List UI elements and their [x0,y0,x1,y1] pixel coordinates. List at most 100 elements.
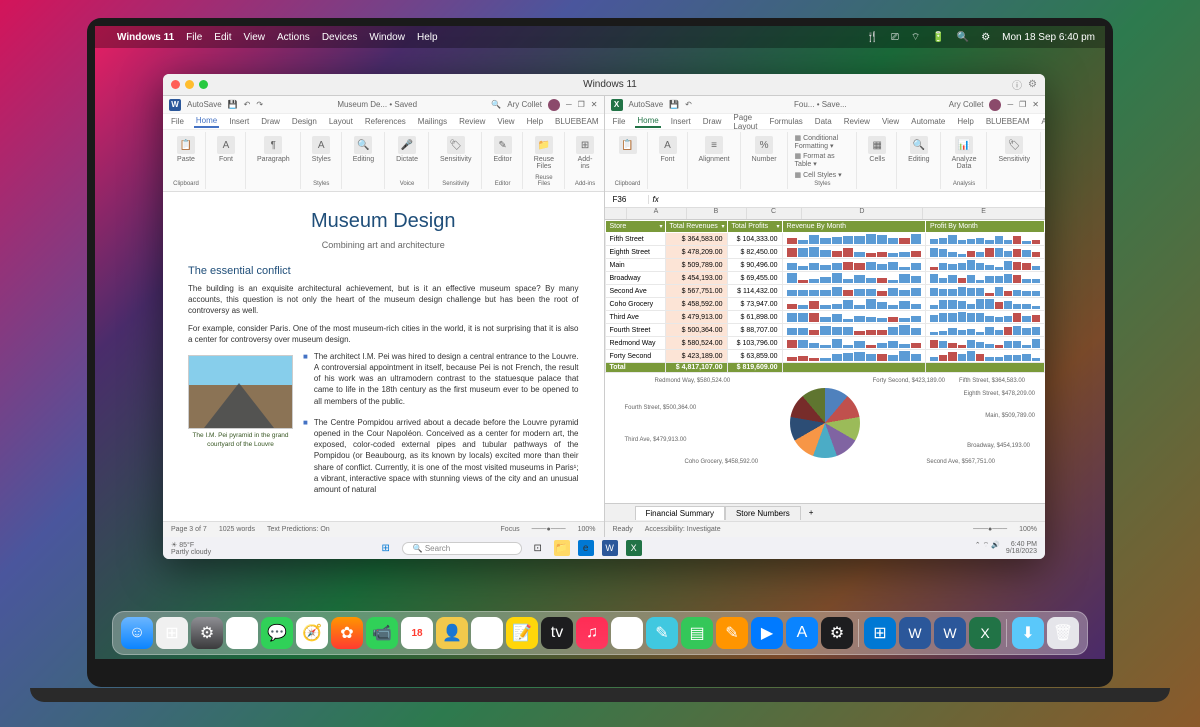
sensitivity-button[interactable]: 🏷Sensitivity [436,134,476,165]
music-icon[interactable]: ♫ [576,617,608,649]
sheet-tab-summary[interactable]: Financial Summary [635,506,725,520]
status-accessibility[interactable]: Accessibility: Investigate [645,526,721,533]
tab-formulas[interactable]: Formulas [767,116,804,127]
save-icon[interactable]: 💾 [669,100,679,109]
battery-icon[interactable]: 🔋 [932,32,944,43]
tab-help[interactable]: Help [525,116,545,127]
safari-icon[interactable]: 🧭 [296,617,328,649]
col-profits[interactable]: Total Profits▾ [727,221,782,233]
explorer-icon[interactable]: 📁 [554,540,570,556]
wifi-icon[interactable]: ⌔ [911,31,920,44]
table-row[interactable]: Eighth Street$ 478,209.00$ 82,450.00 [605,246,1045,259]
utensils-icon[interactable]: 🍴 [866,32,878,43]
table-row[interactable]: Broadway$ 454,193.00$ 69,455.00 [605,272,1045,285]
zoom-level[interactable]: 100% [578,526,596,533]
font-button[interactable]: AFont [655,134,681,165]
focus-button[interactable]: Focus [501,526,520,533]
excel-dock-icon[interactable]: X [969,617,1001,649]
autosave-toggle[interactable]: AutoSave [187,100,222,109]
photos-icon[interactable]: ✿ [331,617,363,649]
table-row[interactable]: Redmond Way$ 580,524.00$ 103,796.00 [605,337,1045,350]
word-taskbar-icon[interactable]: W [602,540,618,556]
addins-button[interactable]: ⊞Add-ins [572,134,598,172]
reminders-icon[interactable]: ☑ [471,617,503,649]
parallels-icon[interactable]: ⊞ [864,617,896,649]
minimize-icon[interactable] [185,80,194,89]
tab-review[interactable]: Review [842,116,872,127]
tab-layout[interactable]: Layout [327,116,355,127]
control-center-icon[interactable]: ⚙ [981,32,990,43]
cond-format-button[interactable]: ▦ Conditional Formatting ▾ [795,134,851,150]
menu-devices[interactable]: Devices [322,32,358,43]
system-settings-icon[interactable]: ⚙ [821,617,853,649]
appstore-icon[interactable]: A [786,617,818,649]
tab-pagelayout[interactable]: Page Layout [731,112,759,132]
cells-button[interactable]: ▦Cells [864,134,890,165]
autosave-toggle[interactable]: AutoSave [629,100,664,109]
excel-taskbar-icon[interactable]: X [626,540,642,556]
tab-data[interactable]: Data [813,116,834,127]
data-table[interactable]: Store▾ Total Revenues▾ Total Profits▾ Re… [605,220,1046,373]
tab-review[interactable]: Review [457,116,487,127]
maximize-icon[interactable] [199,80,208,89]
tab-design[interactable]: Design [290,116,319,127]
analyze-button[interactable]: 📊Analyze Data [948,134,981,172]
tab-draw[interactable]: Draw [259,116,282,127]
col-revenues[interactable]: Total Revenues▾ [665,221,727,233]
restore-icon[interactable]: ❐ [578,100,585,109]
close-icon[interactable] [171,80,180,89]
cell-styles-button[interactable]: ▦ Cell Styles ▾ [795,171,851,179]
editor-button[interactable]: ✎Editor [489,134,515,165]
pages-icon[interactable]: ✎ [716,617,748,649]
tab-view[interactable]: View [495,116,516,127]
tab-insert[interactable]: Insert [669,116,693,127]
tab-file[interactable]: File [169,116,186,127]
undo-icon[interactable]: ↶ [685,100,692,109]
zoom-slider[interactable]: ───●─── [532,526,566,533]
word-user[interactable]: Ary Collet [507,100,542,109]
search-input[interactable]: 🔍 Search [402,542,522,555]
menu-window[interactable]: Window [369,32,405,43]
paste-button[interactable]: 📋 [615,134,641,156]
gear-icon[interactable]: ⚙ [1028,79,1037,90]
col-store[interactable]: Store▾ [605,221,665,233]
close-icon[interactable]: ✕ [1032,100,1039,109]
status-words[interactable]: 1025 words [219,526,255,533]
tab-automate[interactable]: Automate [909,116,947,127]
zoom-level[interactable]: 100% [1019,526,1037,533]
pie-chart[interactable] [790,388,860,458]
calendar-icon[interactable]: 18 [401,617,433,649]
tab-insert[interactable]: Insert [227,116,251,127]
avatar[interactable] [548,99,560,111]
tab-bluebeam[interactable]: BLUEBEAM [553,116,601,127]
menubar-app[interactable]: Windows 11 [117,32,174,43]
tab-home[interactable]: Home [635,115,660,128]
menu-help[interactable]: Help [417,32,438,43]
news-icon[interactable]: N [611,617,643,649]
trash-icon[interactable]: 🗑 [1047,617,1079,649]
restore-icon[interactable]: ❐ [1019,100,1026,109]
minimize-icon[interactable]: ─ [566,100,572,109]
settings-icon[interactable]: ⚙ [191,617,223,649]
table-row[interactable]: Main$ 509,789.00$ 90,496.00 [605,259,1045,272]
reuse-files-button[interactable]: 📁Reuse Files [530,134,558,172]
contacts-icon[interactable]: 👤 [436,617,468,649]
sheet-tab-stores[interactable]: Store Numbers [725,506,801,520]
tab-acrobat[interactable]: Acrobat [1039,116,1045,127]
table-row[interactable]: Forty Second$ 423,189.00$ 63,859.00 [605,350,1045,363]
tab-mailings[interactable]: Mailings [416,116,449,127]
freeform-icon[interactable]: ✎ [646,617,678,649]
tab-references[interactable]: References [363,116,408,127]
table-row[interactable]: Third Ave$ 479,913.00$ 61,898.00 [605,311,1045,324]
add-sheet-button[interactable]: + [801,508,822,517]
table-row[interactable]: Coho Grocery$ 458,592.00$ 73,947.00 [605,298,1045,311]
word-dock-icon[interactable]: W [899,617,931,649]
numbers-icon[interactable]: ▤ [681,617,713,649]
info-icon[interactable]: ⓘ [1012,77,1022,92]
menu-edit[interactable]: Edit [214,32,231,43]
pie-chart-area[interactable]: Redmond Way, $580,524.00 Forty Second, $… [605,373,1046,473]
editing-button[interactable]: 🔍Editing [904,134,933,165]
save-icon[interactable]: 💾 [228,100,238,109]
tab-view[interactable]: View [880,116,901,127]
number-button[interactable]: %Number [748,134,781,165]
